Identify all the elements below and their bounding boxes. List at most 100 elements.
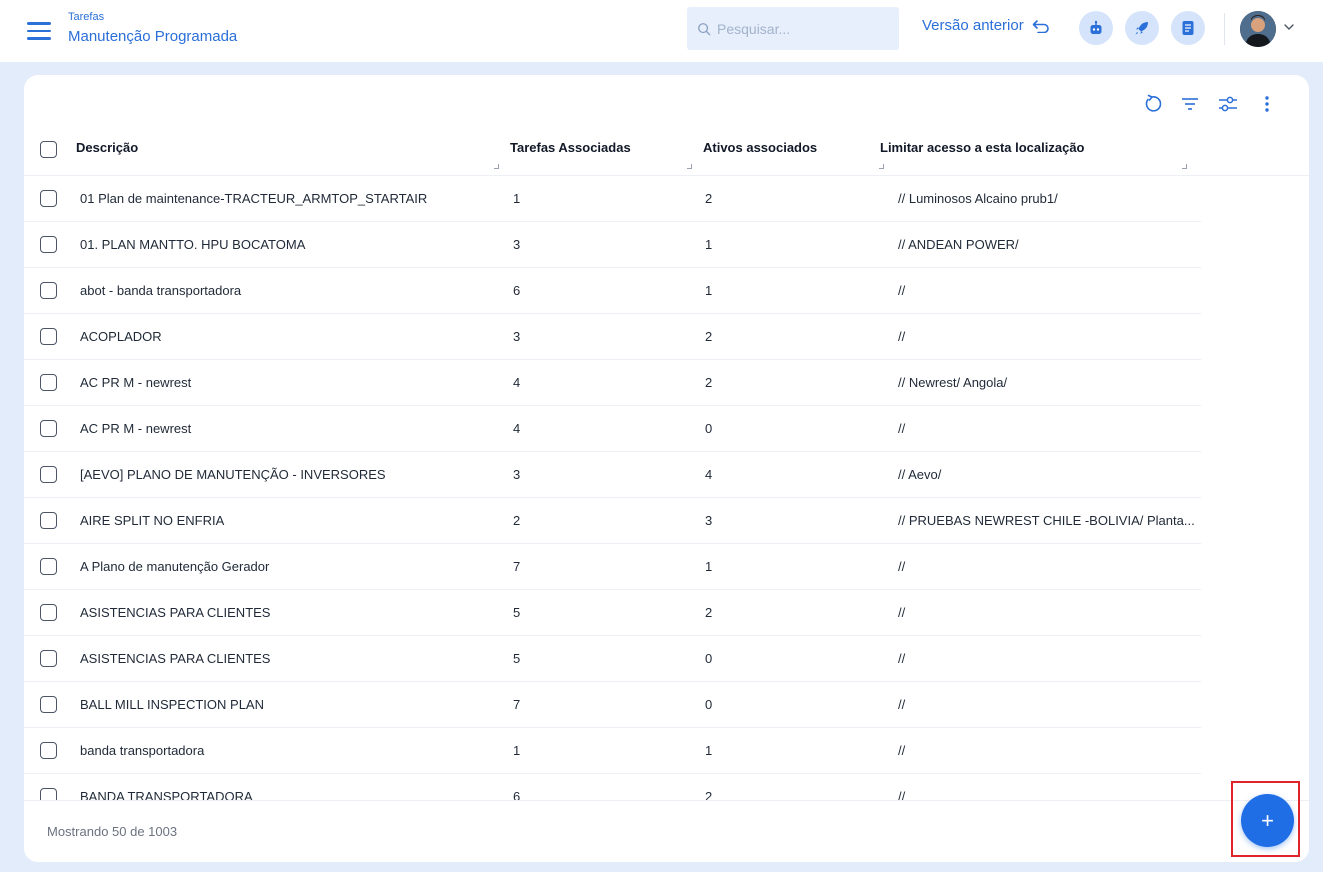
select-all-checkbox[interactable] xyxy=(40,141,57,158)
column-header-location[interactable]: Limitar acesso a esta localização xyxy=(880,140,1085,155)
document-button[interactable] xyxy=(1171,11,1205,45)
row-checkbox[interactable] xyxy=(40,696,57,713)
rocket-button[interactable] xyxy=(1125,11,1159,45)
cell-location: // Newrest/ Angola/ xyxy=(898,375,1008,390)
sliders-icon xyxy=(1219,96,1237,112)
refresh-icon xyxy=(1145,94,1162,112)
add-button[interactable]: + xyxy=(1241,794,1294,847)
cell-tasks: 4 xyxy=(513,421,521,436)
column-resize-handle[interactable] xyxy=(879,164,884,169)
table-row[interactable]: banda transportadora 1 1 // xyxy=(24,728,1201,774)
search-icon xyxy=(698,22,711,35)
row-checkbox[interactable] xyxy=(40,282,57,299)
column-resize-handle[interactable] xyxy=(1182,164,1187,169)
cell-description: BALL MILL INSPECTION PLAN xyxy=(80,697,264,712)
column-header-tasks[interactable]: Tarefas Associadas xyxy=(510,140,631,155)
table-row[interactable]: BANDA TRANSPORTADORA 6 2 // xyxy=(24,774,1201,800)
table-row[interactable]: 01 Plan de maintenance-TRACTEUR_ARMTOP_S… xyxy=(24,176,1201,222)
row-checkbox[interactable] xyxy=(40,742,57,759)
table-row[interactable]: BALL MILL INSPECTION PLAN 7 0 // xyxy=(24,682,1201,728)
row-checkbox[interactable] xyxy=(40,558,57,575)
avatar[interactable] xyxy=(1240,11,1276,47)
cell-description: ACOPLADOR xyxy=(80,329,162,344)
cell-tasks: 3 xyxy=(513,237,521,252)
cell-tasks: 5 xyxy=(513,651,521,666)
header-divider xyxy=(1224,13,1225,45)
filter-button[interactable] xyxy=(1179,93,1201,115)
cell-tasks: 1 xyxy=(513,191,521,206)
table-row[interactable]: 01. PLAN MANTTO. HPU BOCATOMA 3 1 // AND… xyxy=(24,222,1201,268)
cell-assets: 2 xyxy=(705,605,713,620)
cell-assets: 2 xyxy=(705,191,713,206)
robot-icon xyxy=(1090,20,1102,34)
cell-location: // xyxy=(898,743,906,758)
search-input[interactable] xyxy=(717,20,887,37)
cell-assets: 0 xyxy=(705,697,713,712)
table-footer: Mostrando 50 de 1003 xyxy=(24,800,1309,862)
more-vertical-icon xyxy=(1265,96,1269,112)
table-row[interactable]: A Plano de manutenção Gerador 7 1 // xyxy=(24,544,1201,590)
cell-location: // Luminosos Alcaino prub1/ xyxy=(898,191,1058,206)
column-header-assets[interactable]: Ativos associados xyxy=(703,140,817,155)
assistant-button[interactable] xyxy=(1079,11,1113,45)
cell-description: ASISTENCIAS PARA CLIENTES xyxy=(80,605,271,620)
cell-location: // xyxy=(898,697,906,712)
cell-tasks: 6 xyxy=(513,283,521,298)
refresh-button[interactable] xyxy=(1141,93,1163,115)
column-resize-handle[interactable] xyxy=(687,164,692,169)
table-row[interactable]: ACOPLADOR 3 2 // xyxy=(24,314,1201,360)
cell-description: AC PR M - newrest xyxy=(80,375,192,390)
cell-assets: 0 xyxy=(705,421,713,436)
cell-location: // xyxy=(898,605,906,620)
table-row[interactable]: AC PR M - newrest 4 2 // Newrest/ Angola… xyxy=(24,360,1201,406)
chevron-down-icon[interactable] xyxy=(1284,24,1294,30)
cell-location: // PRUEBAS NEWREST CHILE -BOLIVIA/ Plant… xyxy=(898,513,1195,528)
cell-location: // xyxy=(898,421,906,436)
row-checkbox[interactable] xyxy=(40,420,57,437)
row-checkbox[interactable] xyxy=(40,512,57,529)
rocket-icon xyxy=(1135,22,1148,35)
cell-assets: 1 xyxy=(705,237,713,252)
table-row[interactable]: [AEVO] PLANO DE MANUTENÇÃO - INVERSORES … xyxy=(24,452,1201,498)
menu-icon[interactable] xyxy=(27,22,51,40)
table-body: 01 Plan de maintenance-TRACTEUR_ARMTOP_S… xyxy=(24,176,1309,800)
breadcrumb[interactable]: Tarefas xyxy=(68,11,104,23)
table-row[interactable]: ASISTENCIAS PARA CLIENTES 5 2 // xyxy=(24,590,1201,636)
cell-location: // xyxy=(898,651,906,666)
table-row[interactable]: abot - banda transportadora 6 1 // xyxy=(24,268,1201,314)
page-title: Manutenção Programada xyxy=(68,28,238,45)
search-box[interactable] xyxy=(687,7,899,50)
cell-description: ASISTENCIAS PARA CLIENTES xyxy=(80,651,271,666)
row-checkbox[interactable] xyxy=(40,650,57,667)
row-checkbox[interactable] xyxy=(40,604,57,621)
cell-description: 01. PLAN MANTTO. HPU BOCATOMA xyxy=(80,237,306,252)
cell-tasks: 1 xyxy=(513,743,521,758)
row-checkbox[interactable] xyxy=(40,788,57,800)
cell-description: 01 Plan de maintenance-TRACTEUR_ARMTOP_S… xyxy=(80,191,428,206)
cell-description: BANDA TRANSPORTADORA xyxy=(80,789,253,800)
column-resize-handle[interactable] xyxy=(494,164,499,169)
row-checkbox[interactable] xyxy=(40,328,57,345)
row-checkbox[interactable] xyxy=(40,236,57,253)
more-options-button[interactable] xyxy=(1256,93,1278,115)
cell-description: abot - banda transportadora xyxy=(80,283,242,298)
filter-icon xyxy=(1182,98,1198,110)
pagination-count: Mostrando 50 de 1003 xyxy=(47,824,178,839)
table-row[interactable]: AC PR M - newrest 4 0 // xyxy=(24,406,1201,452)
undo-icon xyxy=(1032,19,1049,33)
cell-assets: 2 xyxy=(705,375,713,390)
table-row[interactable]: ASISTENCIAS PARA CLIENTES 5 0 // xyxy=(24,636,1201,682)
previous-version-link[interactable]: Versão anterior xyxy=(922,17,1050,34)
cell-tasks: 3 xyxy=(513,467,521,482)
column-header-description[interactable]: Descrição xyxy=(76,140,138,155)
document-icon xyxy=(1182,21,1194,35)
table-row[interactable]: AIRE SPLIT NO ENFRIA 2 3 // PRUEBAS NEWR… xyxy=(24,498,1201,544)
row-checkbox[interactable] xyxy=(40,466,57,483)
cell-tasks: 2 xyxy=(513,513,521,528)
row-checkbox[interactable] xyxy=(40,374,57,391)
row-checkbox[interactable] xyxy=(40,190,57,207)
cell-assets: 4 xyxy=(705,467,713,482)
cell-assets: 2 xyxy=(705,789,713,800)
cell-location: // xyxy=(898,789,906,800)
column-settings-button[interactable] xyxy=(1217,93,1239,115)
